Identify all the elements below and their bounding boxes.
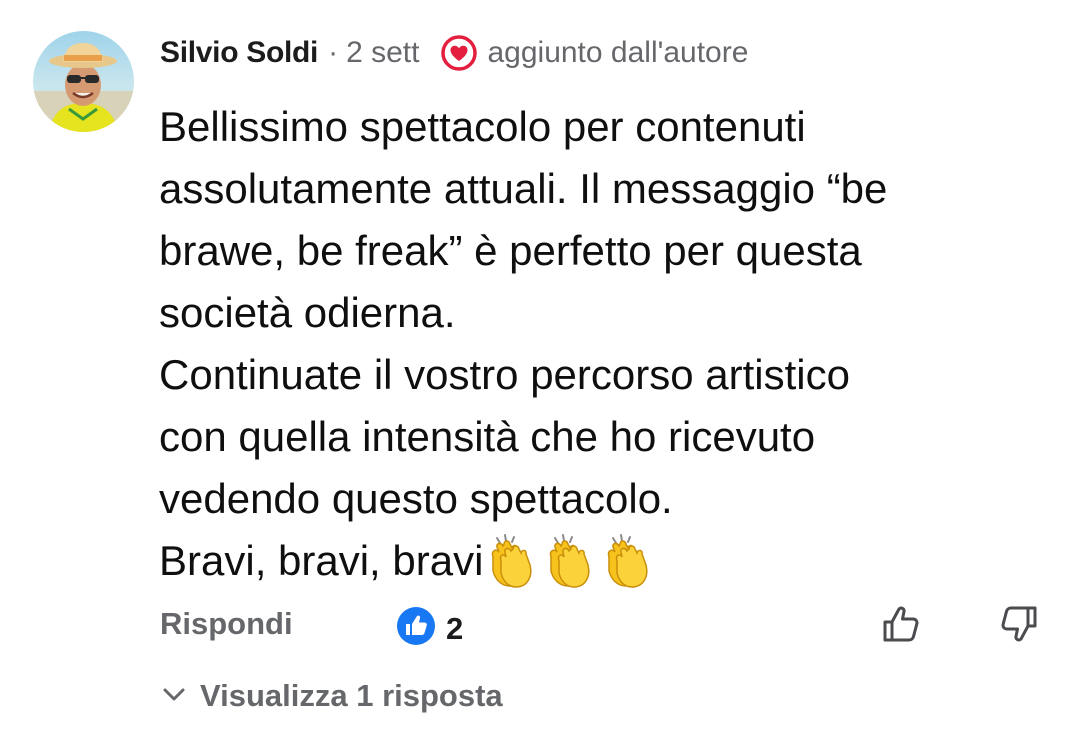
- thumb-down-icon[interactable]: [996, 602, 1040, 646]
- reaction-count: 2: [446, 610, 464, 646]
- comment-line: società odierna.: [159, 289, 456, 336]
- comment-line: con quella intensità che ho ricevuto: [159, 413, 816, 460]
- comment: Silvio Soldi · 2 sett aggiunto dall'auto…: [0, 0, 1080, 749]
- comment-line: brawe, be freak” è perfetto per questa: [159, 227, 862, 274]
- comment-actions: Rispondi 2: [160, 602, 1040, 648]
- avatar[interactable]: [33, 31, 134, 132]
- heart-icon: [441, 35, 478, 71]
- reaction-summary[interactable]: 2: [396, 606, 463, 651]
- clapping-hands-icon: [541, 533, 595, 589]
- chevron-down-icon: [160, 680, 200, 713]
- comment-line: Continuate il vostro percorso artistico: [159, 351, 850, 398]
- comment-line-last: Bravi, bravi, bravi: [159, 530, 1059, 592]
- like-badge-icon: [396, 606, 436, 651]
- separator-dot: ·: [328, 36, 339, 69]
- comment-line: Bravi, bravi, bravi: [159, 537, 484, 584]
- clapping-hands-icon: [599, 533, 653, 589]
- comment-line: assolutamente attuali. Il messaggio “be: [159, 165, 888, 212]
- view-replies-label: Visualizza 1 risposta: [200, 678, 503, 713]
- author-name[interactable]: Silvio Soldi: [160, 36, 318, 70]
- comment-line: vedendo questo spettacolo.: [159, 475, 673, 522]
- comment-line: Bellissimo spettacolo per contenuti: [159, 103, 806, 150]
- clapping-hands-icon: [483, 533, 537, 589]
- comment-header: Silvio Soldi · 2 sett aggiunto dall'auto…: [160, 30, 748, 76]
- author-liked-badge: aggiunto dall'autore: [487, 36, 749, 69]
- reply-button[interactable]: Rispondi: [160, 602, 293, 646]
- thumb-up-icon[interactable]: [880, 602, 924, 646]
- view-replies-button[interactable]: Visualizza 1 risposta: [160, 678, 503, 714]
- timestamp: 2 sett: [346, 36, 420, 69]
- comment-body: Bellissimo spettacolo per contenuti asso…: [159, 96, 1059, 592]
